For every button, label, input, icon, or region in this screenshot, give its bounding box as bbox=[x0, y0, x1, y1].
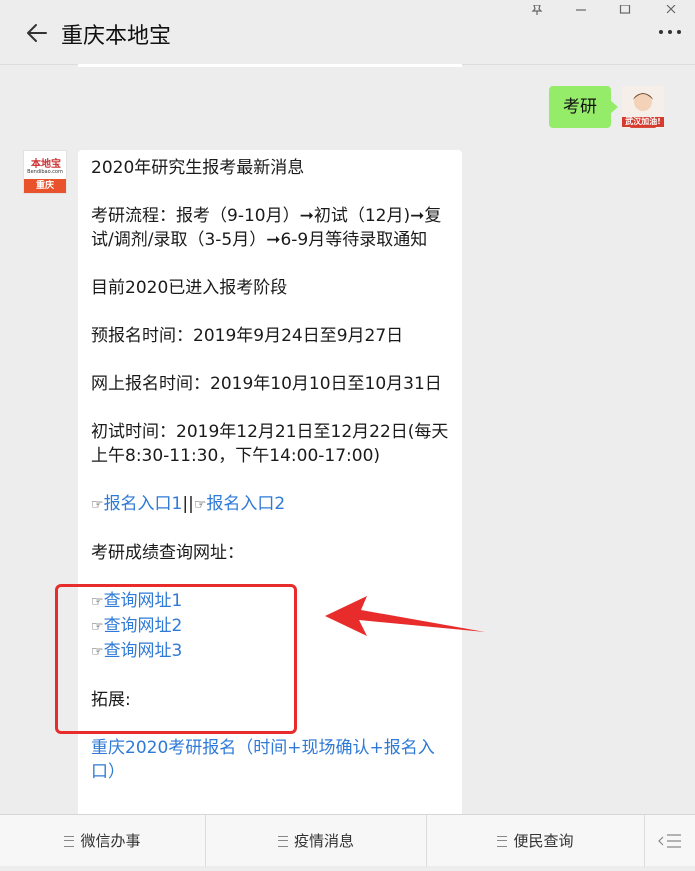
close-window-icon[interactable] bbox=[665, 0, 677, 19]
menu-wechat-services[interactable]: 微信办事 bbox=[0, 815, 206, 867]
score-query-heading: 考研成绩查询网址： bbox=[91, 543, 244, 563]
annotation-highlight-box bbox=[55, 584, 297, 734]
reply-stage: 目前2020已进入报考阶段 bbox=[91, 278, 288, 298]
page-title: 重庆本地宝 bbox=[61, 24, 172, 49]
menu-item-label: 疫情消息 bbox=[293, 832, 354, 850]
extend-link[interactable]: 重庆2020考研报名（时间+现场确认+报名入口） bbox=[91, 736, 452, 784]
user-avatar[interactable]: 武汉加油! bbox=[622, 86, 664, 128]
entry-links-line: ☞报名入口1||☞报名入口2 bbox=[91, 492, 452, 517]
bot-logo-url: Bendibao.com bbox=[27, 169, 63, 175]
bot-avatar[interactable]: 本地宝 Bendibao.com 重庆 bbox=[23, 150, 67, 194]
reply-exam-time: 初试时间：2019年12月21日至12月22日(每天上午8:30-11:30，下… bbox=[91, 422, 449, 466]
bottom-menu-bar: 微信办事 疫情消息 便民查询 bbox=[0, 814, 695, 867]
menu-convenience-query[interactable]: 便民查询 bbox=[427, 815, 645, 867]
user-avatar-badge: 武汉加油! bbox=[622, 117, 664, 127]
back-arrow-icon[interactable] bbox=[24, 20, 50, 46]
pin-icon[interactable] bbox=[531, 0, 543, 19]
reply-online-register: 网上报名时间：2019年10月10日至10月31日 bbox=[91, 374, 442, 394]
minimize-icon[interactable] bbox=[575, 0, 587, 19]
menu-item-label: 便民查询 bbox=[513, 832, 574, 850]
menu-epidemic-news[interactable]: 疫情消息 bbox=[206, 815, 427, 867]
window-controls bbox=[525, 0, 695, 15]
user-message-bubble[interactable]: 考研 bbox=[549, 86, 618, 128]
prev-message-edge bbox=[78, 64, 462, 67]
entry-separator: || bbox=[182, 494, 194, 514]
chat-header: 重庆本地宝 bbox=[0, 0, 695, 65]
menu-item-label: 微信办事 bbox=[80, 832, 141, 850]
reply-pre-register: 预报名时间：2019年9月24日至9月27日 bbox=[91, 326, 404, 346]
bot-logo-city: 重庆 bbox=[24, 179, 66, 193]
bot-logo-text: 本地宝 bbox=[31, 159, 61, 170]
reply-heading: 2020年研究生报考最新消息 bbox=[91, 158, 305, 178]
pointing-hand-icon: ☞ bbox=[91, 497, 104, 513]
annotation-arrow-icon bbox=[325, 596, 485, 636]
pointing-hand-icon: ☞ bbox=[193, 497, 207, 513]
switch-to-keyboard-icon[interactable] bbox=[645, 815, 695, 867]
maximize-icon[interactable] bbox=[619, 0, 631, 19]
menu-list-icon bbox=[64, 836, 75, 847]
entry-link-2[interactable]: 报名入口2 bbox=[206, 494, 285, 514]
menu-list-icon bbox=[277, 836, 288, 847]
reply-process: 考研流程：报考（9-10月）➞初试（12月)➞复试/调剂/录取（3-5月）➞6-… bbox=[91, 206, 442, 250]
entry-link-1[interactable]: 报名入口1 bbox=[104, 494, 183, 514]
more-options-icon[interactable] bbox=[657, 24, 683, 40]
menu-list-icon bbox=[497, 836, 508, 847]
user-message: 考研 bbox=[549, 86, 618, 128]
